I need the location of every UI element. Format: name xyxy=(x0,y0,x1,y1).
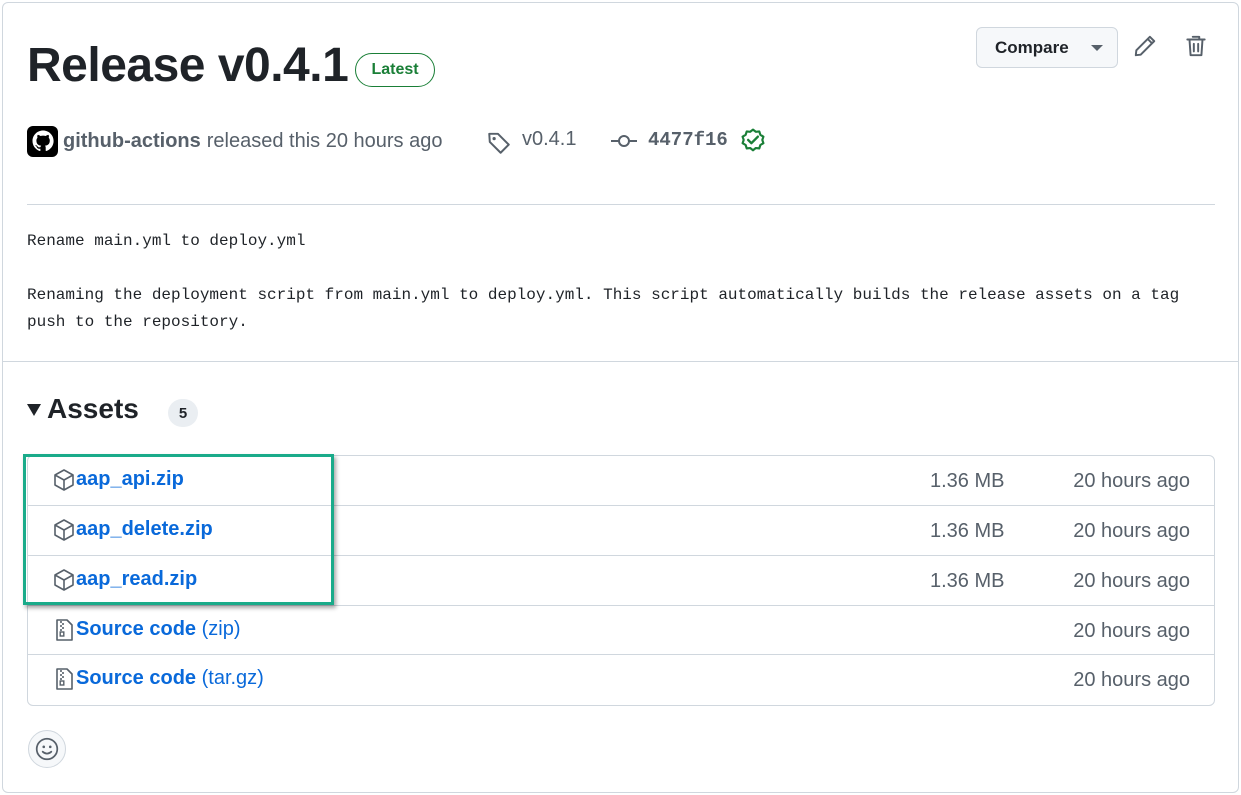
asset-size: 1.36 MB xyxy=(930,570,1005,592)
github-mark-icon xyxy=(32,130,54,152)
latest-badge: Latest xyxy=(355,53,435,87)
asset-size: 1.36 MB xyxy=(930,520,1005,542)
tag-link[interactable]: v0.4.1 xyxy=(522,128,576,151)
compare-button[interactable]: Compare xyxy=(976,27,1118,68)
assets-list: aap_api.zip 1.36 MB 20 hours ago aap_del… xyxy=(27,455,1215,706)
assets-title: Assets xyxy=(47,393,139,424)
asset-link[interactable]: aap_read.zip xyxy=(76,568,197,591)
triangle-down-icon xyxy=(27,404,41,416)
author-link[interactable]: github-actions xyxy=(63,130,201,153)
asset-row: aap_api.zip 1.36 MB 20 hours ago xyxy=(28,456,1214,506)
asset-row: aap_read.zip 1.36 MB 20 hours ago xyxy=(28,555,1214,605)
compare-label: Compare xyxy=(995,37,1069,57)
package-icon xyxy=(54,469,74,491)
release-notes-line: Renaming the deployment script from main… xyxy=(27,286,1180,304)
avatar[interactable] xyxy=(27,125,58,157)
asset-time: 20 hours ago xyxy=(1073,470,1190,492)
asset-row: aap_delete.zip 1.36 MB 20 hours ago xyxy=(28,505,1214,555)
release-title: Release v0.4.1 xyxy=(27,39,349,92)
asset-link[interactable]: Source code (zip) xyxy=(76,618,241,641)
asset-row: Source code (tar.gz) 20 hours ago xyxy=(28,654,1214,704)
tag-icon xyxy=(488,132,510,154)
file-zip-icon xyxy=(56,619,73,641)
asset-size: 1.36 MB xyxy=(930,470,1005,492)
release-meta: github-actions released this 20 hours ag… xyxy=(27,125,442,157)
assets-count-badge: 5 xyxy=(168,399,198,427)
release-notes-line: Rename main.yml to deploy.yml xyxy=(27,232,306,250)
asset-link[interactable]: aap_api.zip xyxy=(76,468,184,491)
asset-row: Source code (zip) 20 hours ago xyxy=(28,605,1214,655)
pencil-icon[interactable] xyxy=(1132,33,1158,59)
released-text: released this 20 hours ago xyxy=(206,129,443,152)
asset-time: 20 hours ago xyxy=(1073,669,1190,691)
assets-toggle[interactable]: Assets xyxy=(27,393,139,425)
asset-time: 20 hours ago xyxy=(1073,570,1190,592)
divider xyxy=(27,204,1215,205)
smiley-icon xyxy=(35,737,59,761)
package-icon xyxy=(54,519,74,541)
verified-check-icon[interactable] xyxy=(740,128,766,154)
git-commit-icon xyxy=(611,135,637,147)
add-reaction-button[interactable] xyxy=(28,730,66,768)
asset-time: 20 hours ago xyxy=(1073,520,1190,542)
asset-link[interactable]: Source code (tar.gz) xyxy=(76,667,264,690)
asset-link[interactable]: aap_delete.zip xyxy=(76,518,213,541)
package-icon xyxy=(54,569,74,591)
file-zip-icon xyxy=(56,668,73,690)
divider xyxy=(2,361,1239,362)
release-notes-line: push to the repository. xyxy=(27,313,248,331)
asset-time: 20 hours ago xyxy=(1073,620,1190,642)
trash-icon[interactable] xyxy=(1183,33,1209,59)
commit-link[interactable]: 4477f16 xyxy=(648,129,728,151)
triangle-down-icon xyxy=(1091,45,1103,51)
